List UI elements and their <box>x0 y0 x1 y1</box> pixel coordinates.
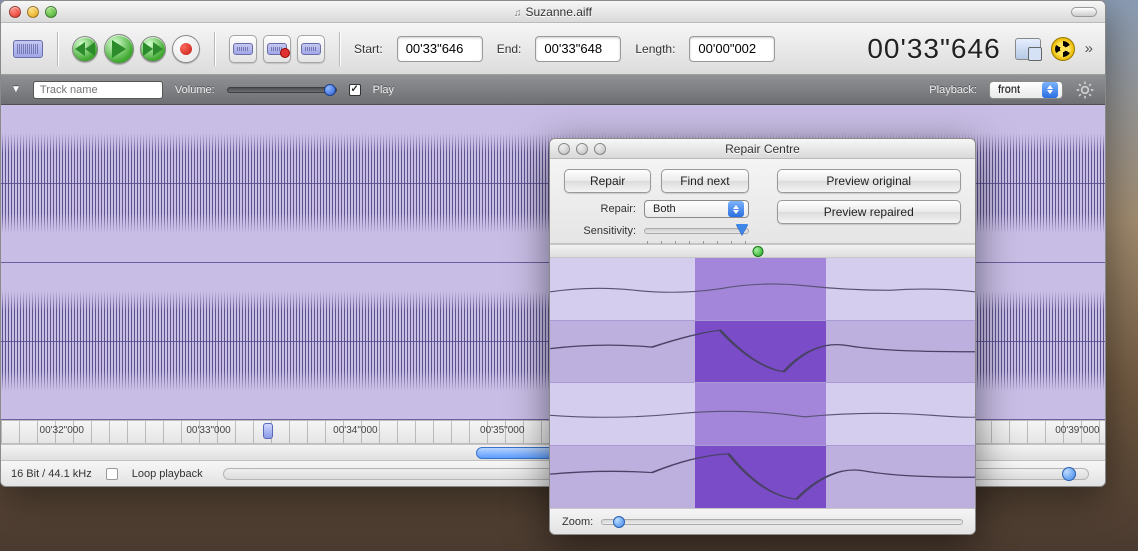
start-field[interactable]: 00'33"646 <box>397 36 483 62</box>
panel-zoom-label: Zoom: <box>562 516 593 528</box>
repair-channel[interactable] <box>550 321 975 384</box>
window-title: Suzanne.aiff <box>1 5 1105 19</box>
volume-label: Volume: <box>175 84 215 96</box>
repair-mode-label: Repair: <box>564 203 636 215</box>
preview-original-button[interactable]: Preview original <box>777 169 962 193</box>
ruler-tick: 00'35"000 <box>480 425 524 436</box>
toolbar: Start: 00'33"646 End: 00'33"648 Length: … <box>1 23 1105 75</box>
audio-format-label: 16 Bit / 44.1 kHz <box>11 468 92 480</box>
burn-icon[interactable] <box>1051 37 1075 61</box>
play-checkbox-label: Play <box>373 84 394 96</box>
ruler-tick: 00'39"000 <box>1055 425 1099 436</box>
volume-slider-thumb[interactable] <box>324 84 336 96</box>
chevron-updown-icon <box>1042 82 1058 98</box>
clear-region-button[interactable] <box>263 35 291 63</box>
marker-strip[interactable] <box>550 244 975 258</box>
preview-repaired-button[interactable]: Preview repaired <box>777 200 962 224</box>
disclosure-icon[interactable]: ▼ <box>11 84 21 95</box>
current-time-display: 00'33"646 <box>867 33 1000 65</box>
playhead-marker[interactable] <box>263 423 273 439</box>
separator <box>57 32 58 66</box>
separator <box>339 32 340 66</box>
panel-zoom-bar: Zoom: <box>550 508 975 534</box>
playback-label: Playback: <box>929 84 977 96</box>
sensitivity-slider-thumb[interactable] <box>736 224 748 235</box>
chevron-updown-icon <box>728 201 744 217</box>
find-next-button[interactable]: Find next <box>661 169 748 193</box>
panel-controls: Repair Find next Repair: Both Sensitivit… <box>550 159 975 244</box>
playback-select-value: front <box>998 84 1020 96</box>
loop-playback-label: Loop playback <box>132 468 203 480</box>
length-label: Length: <box>635 42 675 56</box>
repair-centre-panel: Repair Centre Repair Find next Repair: B… <box>549 138 976 535</box>
play-button[interactable] <box>104 34 134 64</box>
loop-playback-checkbox[interactable] <box>106 468 118 480</box>
repair-mode-select[interactable]: Both <box>644 200 749 218</box>
overflow-icon[interactable]: » <box>1085 40 1093 57</box>
repair-channel[interactable] <box>550 446 975 509</box>
windows-icon[interactable] <box>1015 38 1041 60</box>
end-field[interactable]: 00'33"648 <box>535 36 621 62</box>
sensitivity-slider[interactable] <box>644 228 749 234</box>
repair-marker[interactable] <box>753 246 764 257</box>
start-label: Start: <box>354 42 383 56</box>
length-field[interactable]: 00'00"002 <box>689 36 775 62</box>
separator <box>214 32 215 66</box>
rewind-button[interactable] <box>72 36 98 62</box>
panel-zoom-slider-thumb[interactable] <box>613 516 625 528</box>
waveform-overview-icon[interactable] <box>13 40 43 58</box>
repair-waveform-area[interactable] <box>550 258 975 508</box>
end-label: End: <box>497 42 522 56</box>
ruler-tick: 00'33"000 <box>186 425 230 436</box>
panel-title: Repair Centre <box>550 142 975 156</box>
play-checkbox[interactable]: ✓ <box>349 84 361 96</box>
gear-icon[interactable] <box>1075 80 1095 100</box>
repair-channel[interactable] <box>550 258 975 321</box>
repair-button[interactable]: Repair <box>564 169 651 193</box>
playback-select[interactable]: front <box>989 81 1063 99</box>
forward-button[interactable] <box>140 36 166 62</box>
main-zoom-slider-thumb[interactable] <box>1062 467 1076 481</box>
process-region-button[interactable] <box>297 35 325 63</box>
record-button[interactable] <box>172 35 200 63</box>
titlebar: Suzanne.aiff <box>1 1 1105 23</box>
panel-zoom-slider[interactable] <box>601 519 963 525</box>
repair-channel[interactable] <box>550 383 975 446</box>
volume-slider[interactable] <box>227 87 337 93</box>
ruler-tick: 00'32"000 <box>40 425 84 436</box>
sensitivity-label: Sensitivity: <box>564 225 636 237</box>
track-name-input[interactable] <box>33 81 163 99</box>
window-title-text: Suzanne.aiff <box>526 5 593 19</box>
repair-mode-value: Both <box>653 203 676 215</box>
document-icon <box>514 5 526 19</box>
select-region-button[interactable] <box>229 35 257 63</box>
ruler-tick: 00'34"000 <box>333 425 377 436</box>
track-header-bar: ▼ Volume: ✓ Play Playback: front <box>1 75 1105 105</box>
panel-titlebar: Repair Centre <box>550 139 975 159</box>
